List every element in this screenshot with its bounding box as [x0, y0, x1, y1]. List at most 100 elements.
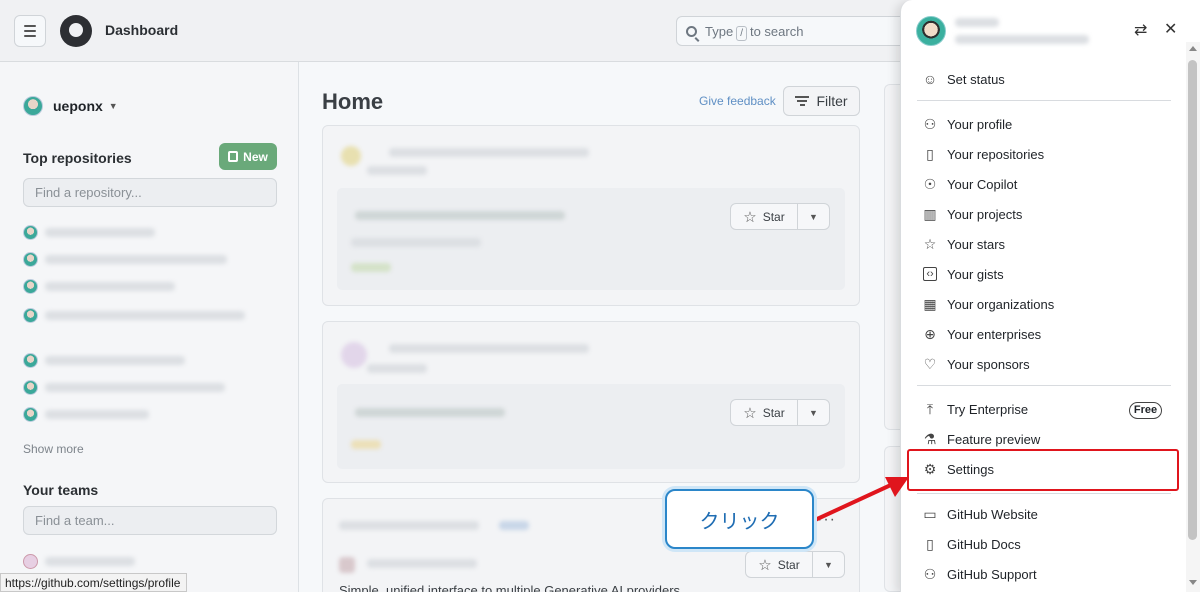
left-sidebar: ueponx ▼ Top repositories New Find a rep… — [0, 62, 299, 592]
menu-item-label: Feature preview — [947, 431, 1041, 447]
filter-icon — [795, 96, 810, 106]
menu-scrollbar-thumb[interactable] — [1188, 60, 1197, 540]
close-icon[interactable]: ✕ — [1164, 19, 1177, 39]
menu-item-your-projects[interactable]: ▥ Your projects — [921, 202, 1171, 226]
username: ueponx — [53, 98, 103, 114]
free-badge: Free — [1129, 402, 1162, 419]
repo-icon — [228, 151, 239, 162]
menu-item-your-repositories[interactable]: ▯ Your repositories — [921, 142, 1171, 166]
menu-item-github-docs[interactable]: ▯ GitHub Docs — [921, 532, 1171, 556]
menu-item-label: GitHub Support — [947, 566, 1037, 582]
context-switcher[interactable]: ueponx ▼ — [23, 96, 118, 116]
annotation-arrow-icon — [814, 477, 909, 522]
repo-list-item[interactable] — [23, 380, 225, 395]
menu-item-your-stars[interactable]: ☆ Your stars — [921, 232, 1171, 256]
divider — [917, 100, 1171, 101]
status-url: https://github.com/settings/profile — [0, 573, 188, 592]
menu-item-your-organizations[interactable]: ▦ Your organizations — [921, 292, 1171, 316]
repo-description: Simple, unified interface to multiple Ge… — [339, 583, 681, 592]
find-repository-input[interactable]: Find a repository... — [23, 178, 277, 207]
star-icon: ☆ — [923, 235, 937, 252]
menu-item-label: Your gists — [947, 266, 1004, 282]
menu-item-label: Set status — [947, 71, 1005, 87]
star-button[interactable]: ☆ Star ▼ — [730, 203, 830, 230]
avatar — [916, 16, 946, 46]
avatar — [23, 225, 38, 240]
scroll-up-arrow-icon[interactable] — [1189, 46, 1197, 51]
star-button[interactable]: ☆ Star ▼ — [730, 399, 830, 426]
menu-item-your-enterprises[interactable]: ⊕ Your enterprises — [921, 322, 1171, 346]
your-teams-heading: Your teams — [23, 482, 99, 498]
search-input[interactable]: Type / to search — [676, 16, 916, 46]
globe-icon: ⊕ — [924, 325, 936, 342]
avatar — [23, 96, 43, 116]
account-menu: ⇄ ✕ ☺ Set status ⚇ Your profile ▯ Your repo… — [900, 0, 1200, 592]
repo-list-item[interactable] — [23, 407, 149, 422]
feed-card: ☆ Star ▼ — [322, 321, 860, 483]
star-label: Star — [762, 209, 785, 224]
menu-item-your-gists[interactable]: ‹› Your gists — [921, 262, 1171, 286]
filter-label: Filter — [816, 93, 848, 109]
search-shortcut-key: / — [736, 26, 747, 41]
repo-list-item[interactable] — [23, 308, 245, 323]
book-icon: ▯ — [926, 535, 934, 552]
star-button[interactable]: ☆ Star ▼ — [745, 551, 845, 578]
new-button-label: New — [243, 149, 268, 164]
repo-list-item[interactable] — [23, 279, 175, 294]
menu-item-label: GitHub Docs — [947, 536, 1021, 552]
person-icon: ⚇ — [923, 115, 937, 132]
menu-item-set-status[interactable]: ☺ Set status — [921, 67, 1171, 91]
avatar — [23, 252, 38, 267]
find-team-input[interactable]: Find a team... — [23, 506, 277, 535]
team-list-item[interactable] — [23, 554, 135, 569]
filter-button[interactable]: Filter — [783, 86, 860, 116]
search-placeholder-prefix: Type — [705, 24, 734, 39]
repo-preview — [337, 384, 845, 469]
search-icon — [686, 26, 697, 37]
home-heading: Home — [322, 89, 384, 114]
menu-item-your-copilot[interactable]: ☉ Your Copilot — [921, 172, 1171, 196]
repo-list-item[interactable] — [23, 225, 155, 240]
scroll-down-arrow-icon[interactable] — [1189, 580, 1197, 585]
repo-list-item[interactable] — [23, 252, 227, 267]
page-title[interactable]: Dashboard — [105, 22, 178, 38]
code-square-icon: ‹› — [923, 267, 937, 281]
github-logo-icon[interactable] — [60, 15, 92, 47]
search-placeholder-suffix: to search — [749, 24, 804, 39]
browser-icon: ▭ — [923, 505, 937, 522]
menu-item-your-sponsors[interactable]: ♡ Your sponsors — [921, 352, 1171, 376]
repo-list-item[interactable] — [23, 353, 185, 368]
click-callout: クリック — [665, 489, 814, 549]
star-label: Star — [777, 557, 800, 572]
menu-item-your-profile[interactable]: ⚇ Your profile — [921, 112, 1171, 136]
avatar — [23, 407, 38, 422]
repo-icon: ▯ — [926, 145, 934, 162]
account-name-blurred — [955, 18, 1089, 44]
menu-item-github-website[interactable]: ▭ GitHub Website — [921, 502, 1171, 526]
organization-icon: ▦ — [923, 295, 937, 312]
new-repository-button[interactable]: New — [219, 143, 277, 170]
menu-item-label: Your profile — [947, 116, 1013, 132]
divider — [917, 385, 1171, 386]
menu-item-label: Your sponsors — [947, 356, 1030, 372]
chevron-down-icon[interactable]: ▼ — [813, 560, 844, 570]
menu-item-label: GitHub Website — [947, 506, 1038, 522]
settings-highlight-box — [907, 449, 1179, 491]
show-more-link[interactable]: Show more — [23, 442, 84, 456]
switch-account-icon[interactable]: ⇄ — [1134, 20, 1147, 40]
beaker-icon: ⚗ — [923, 430, 937, 447]
avatar — [23, 308, 38, 323]
menu-item-label: Your Copilot — [947, 176, 1018, 192]
avatar — [23, 353, 38, 368]
feed-card: ☆ Star ▼ — [322, 125, 860, 306]
chevron-down-icon[interactable]: ▼ — [798, 408, 829, 418]
give-feedback-link[interactable]: Give feedback — [699, 94, 776, 108]
people-icon: ⚇ — [923, 565, 937, 582]
menu-item-github-support[interactable]: ⚇ GitHub Support — [921, 562, 1171, 586]
heart-icon: ♡ — [923, 355, 937, 372]
hamburger-menu-button[interactable] — [14, 15, 46, 47]
avatar — [23, 279, 38, 294]
menu-item-feature-preview[interactable]: ⚗ Feature preview — [921, 427, 1171, 451]
menu-item-label: Your enterprises — [947, 326, 1042, 342]
chevron-down-icon[interactable]: ▼ — [798, 212, 829, 222]
